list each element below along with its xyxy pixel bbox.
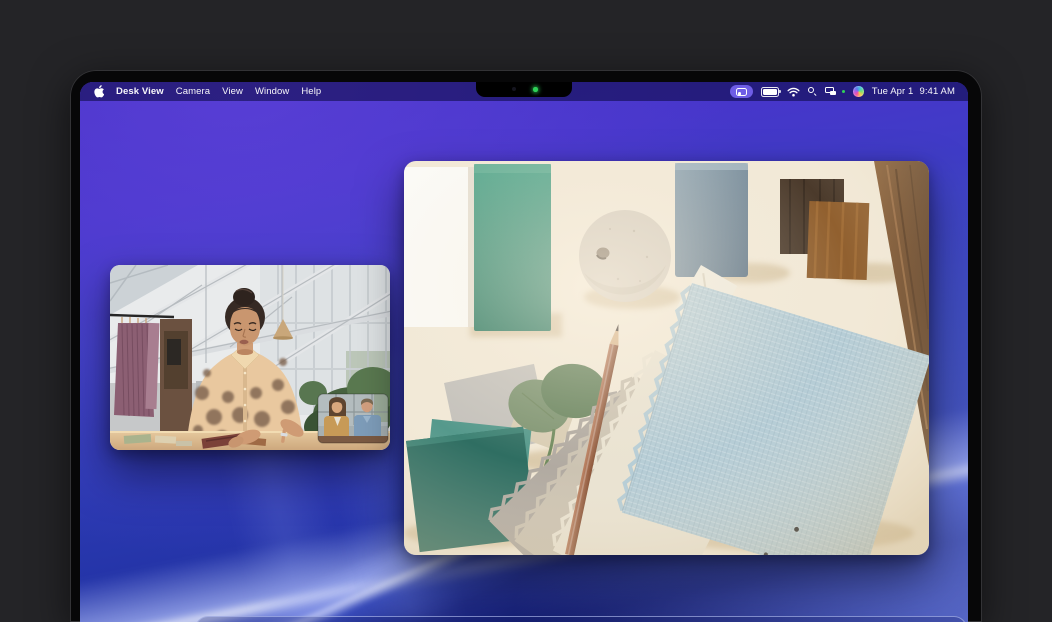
- facetime-video-scene: [110, 265, 390, 450]
- person-glyph: [738, 92, 741, 95]
- siri-icon[interactable]: [853, 86, 864, 97]
- magnifier-handle: [813, 93, 816, 96]
- menu-help[interactable]: Help: [301, 86, 321, 97]
- battery-nub: [779, 90, 781, 94]
- screen-mirroring-icon[interactable]: [825, 87, 838, 97]
- menu-view[interactable]: View: [222, 86, 243, 97]
- camera-lens: [512, 87, 516, 91]
- apple-menu[interactable]: [93, 85, 104, 98]
- menu-bar-clock[interactable]: Tue Apr 1 9:41 AM: [872, 86, 955, 97]
- wifi-icon[interactable]: [787, 87, 800, 97]
- macbook-screen: Desk View Camera View Window Help: [80, 82, 968, 622]
- desk-view-scene: [404, 161, 929, 555]
- menu-camera[interactable]: Camera: [176, 86, 210, 97]
- menu-window[interactable]: Window: [255, 86, 289, 97]
- apple-logo-icon: [93, 85, 104, 98]
- facetime-call-window[interactable]: [110, 265, 390, 450]
- spotlight-search-icon[interactable]: [808, 87, 817, 96]
- recording-green-dot-icon: [842, 90, 845, 93]
- date-label: Tue Apr 1: [872, 86, 914, 97]
- marketing-stage: Desk View Camera View Window Help: [0, 0, 1052, 622]
- menu-desk-view[interactable]: Desk View: [116, 86, 164, 97]
- macbook-frame: Desk View Camera View Window Help: [70, 70, 982, 622]
- battery-fill: [763, 89, 777, 95]
- screen-sharing-indicator-icon[interactable]: [730, 85, 753, 98]
- desk-view-window[interactable]: [404, 161, 929, 555]
- pip-remote-participants[interactable]: [318, 394, 388, 444]
- bottom-window-edge[interactable]: [195, 616, 967, 622]
- magnifier-lens: [808, 87, 814, 93]
- time-label: 9:41 AM: [919, 86, 955, 97]
- display-notch: [476, 82, 572, 97]
- camera-active-indicator: [533, 87, 538, 92]
- mirror-front: [830, 91, 836, 96]
- battery-icon[interactable]: [761, 87, 779, 97]
